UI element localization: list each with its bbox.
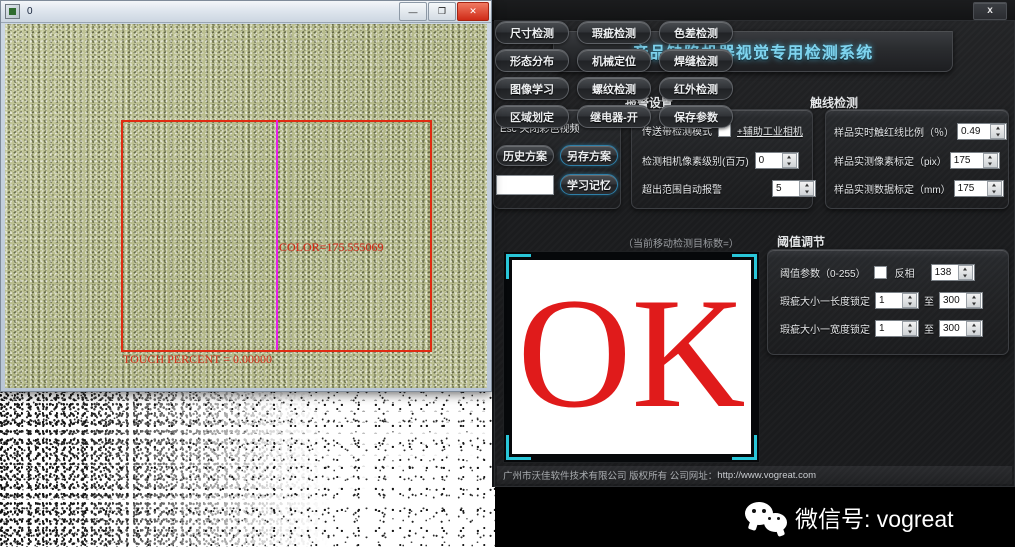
result-display-panel: OK <box>503 251 760 463</box>
length-max-value: 300 <box>943 295 960 306</box>
function-button-1[interactable]: 瑕疵检测 <box>577 21 651 44</box>
group-title-threshold: 阈值调节 <box>777 235 826 249</box>
function-button-7[interactable]: 螺纹检测 <box>577 77 651 100</box>
roi-vertical-line-overlay[interactable] <box>276 120 278 350</box>
width-min-value: 1 <box>879 323 885 334</box>
function-button-11[interactable]: 保存参数 <box>659 105 733 128</box>
function-button-4[interactable]: 机械定位 <box>577 49 651 72</box>
wechat-id-text: 微信号: vogreat <box>795 506 954 532</box>
camera-pixel-level-value: 0 <box>758 155 765 166</box>
touchline-detection-panel: 样品实时触红线比例（％） 0.49 样品实测像素标定（pix） 175 样品实测… <box>825 109 1009 209</box>
video-window-controls: — ❐ ✕ <box>399 2 489 21</box>
app-footer: 广州市沃佳软件技术有限公司 版权所有 公司网址： http://www.vogr… <box>497 466 1012 484</box>
camera-pixel-level-label: 检测相机像素级别(百万) <box>642 157 749 168</box>
length-min-value: 1 <box>879 295 885 306</box>
threshold-param-value: 138 <box>934 267 952 278</box>
pixel-calibration-spin-buttons[interactable] <box>982 153 998 168</box>
width-min-spin-buttons[interactable] <box>902 321 917 336</box>
video-feed-canvas[interactable]: COLOR=175.555069 TOUCH PERCENT = 0.00000 <box>5 24 487 388</box>
pixel-calibration-value: 175 <box>953 155 971 166</box>
length-max-spin-buttons[interactable] <box>966 293 981 308</box>
function-button-5[interactable]: 焊缝检测 <box>659 49 733 72</box>
function-button-6[interactable]: 图像学习 <box>495 77 569 100</box>
footer-url-text: http://www.vogreat.com <box>717 469 817 481</box>
invert-checkbox[interactable] <box>873 266 887 279</box>
video-window-app-icon <box>5 4 20 19</box>
pixel-calibration-label: 样品实测像素标定（pix） <box>834 157 947 168</box>
inspection-app-window: x 产品缺陷机器视觉专用检测系统 报警设置 触线检测 阈值调节 （当前移动检测目… <box>492 0 1015 487</box>
length-range-to-label: 至 <box>924 297 934 308</box>
corner-bracket-top-left-icon <box>506 254 531 279</box>
function-button-2[interactable]: 色差检测 <box>659 21 733 44</box>
noise-layer-gradient <box>0 390 495 547</box>
minimize-button[interactable]: — <box>399 2 427 21</box>
camera-pixel-level-stepper[interactable]: 0 <box>754 152 799 169</box>
footer-company-text: 广州市沃佳软件技术有限公司 版权所有 公司网址： <box>503 471 718 482</box>
screen-root: x 产品缺陷机器视觉专用检测系统 报警设置 触线检测 阈值调节 （当前移动检测目… <box>0 0 1015 547</box>
app-body: 产品缺陷机器视觉专用检测系统 报警设置 触线检测 阈值调节 （当前移动检测目标数… <box>493 20 1015 487</box>
data-calibration-label: 样品实测数据标定（mm） <box>834 185 951 196</box>
out-of-range-alarm-stepper[interactable]: 5 <box>772 180 816 197</box>
data-calibration-stepper[interactable]: 175 <box>953 180 1004 197</box>
threshold-param-label: 阈值参数（0-255） <box>780 269 866 280</box>
function-button-9[interactable]: 区域划定 <box>495 105 569 128</box>
touch-ratio-label: 样品实时触红线比例（％） <box>834 128 954 139</box>
wechat-icon <box>745 502 787 532</box>
length-min-spin-buttons[interactable] <box>902 293 917 308</box>
camera-pixel-level-spin-buttons[interactable] <box>781 153 797 168</box>
video-window-title: 0 <box>27 6 33 17</box>
result-display-canvas: OK <box>512 260 751 454</box>
width-min-stepper[interactable]: 1 <box>875 320 919 337</box>
learn-memory-button[interactable]: 学习记忆 <box>560 174 618 195</box>
invert-label: 反相 <box>894 269 915 280</box>
corner-bracket-bottom-right-icon <box>732 435 757 460</box>
length-lock-label: 瑕疵大小一长度锁定 <box>780 297 870 308</box>
video-window-titlebar[interactable]: 0 — ❐ ✕ <box>1 1 491 23</box>
length-min-stepper[interactable]: 1 <box>875 292 919 309</box>
function-button-3[interactable]: 形态分布 <box>495 49 569 72</box>
plan-name-input[interactable] <box>496 175 554 195</box>
moving-target-count-hint: （当前移动检测目标数=） <box>623 239 739 250</box>
data-calibration-spin-buttons[interactable] <box>986 181 1002 196</box>
width-max-spin-buttons[interactable] <box>966 321 981 336</box>
color-video-window: 0 — ❐ ✕ COLOR=175.555069 TOUCH PERCENT =… <box>0 0 492 392</box>
wechat-watermark: 微信号: vogreat <box>745 487 1015 547</box>
function-button-0[interactable]: 尺寸检测 <box>495 21 569 44</box>
threshold-adjust-panel: 阈值参数（0-255） 反相 138 瑕疵大小一长度锁定 1 至 300 瑕疵大… <box>767 249 1009 355</box>
threshold-param-stepper[interactable]: 138 <box>930 264 975 281</box>
close-button[interactable]: ✕ <box>457 2 489 21</box>
width-lock-label: 瑕疵大小一宽度锁定 <box>780 325 870 336</box>
threshold-param-spin-buttons[interactable] <box>957 265 973 280</box>
out-of-range-alarm-spin-buttons[interactable] <box>799 181 814 196</box>
function-button-10[interactable]: 继电器-开 <box>577 105 651 128</box>
length-max-stepper[interactable]: 300 <box>939 292 983 309</box>
aux-camera-label: +辅助工业相机 <box>737 127 803 138</box>
out-of-range-alarm-label: 超出范围自动报警 <box>642 185 722 196</box>
touch-ratio-value: 0.49 <box>961 126 981 137</box>
overlay-color-value: COLOR=175.555069 <box>279 240 384 254</box>
width-max-stepper[interactable]: 300 <box>939 320 983 337</box>
history-plan-button[interactable]: 历史方案 <box>496 145 554 166</box>
app-titlebar: x <box>492 0 1015 21</box>
touch-ratio-stepper[interactable]: 0.49 <box>957 123 1007 140</box>
corner-bracket-top-right-icon <box>732 254 757 279</box>
overlay-touch-percent: TOUCH PERCENT = 0.00000 <box>123 352 273 366</box>
function-button-8[interactable]: 红外检测 <box>659 77 733 100</box>
save-as-plan-button[interactable]: 另存方案 <box>560 145 618 166</box>
result-status-text: OK <box>517 266 746 441</box>
app-close-button[interactable]: x <box>973 2 1007 20</box>
pixel-calibration-stepper[interactable]: 175 <box>949 152 1000 169</box>
touch-ratio-spin-buttons[interactable] <box>990 124 1005 139</box>
noise-image-background <box>0 390 495 547</box>
width-max-value: 300 <box>943 323 960 334</box>
maximize-button[interactable]: ❐ <box>428 2 456 21</box>
width-range-to-label: 至 <box>924 325 934 336</box>
corner-bracket-bottom-left-icon <box>506 435 531 460</box>
function-button-grid: 尺寸检测 瑕疵检测 色差检测 形态分布 机械定位 焊缝检测 图像学习 螺纹检测 … <box>495 21 735 128</box>
data-calibration-value: 175 <box>957 183 975 194</box>
out-of-range-alarm-value: 5 <box>776 183 782 194</box>
